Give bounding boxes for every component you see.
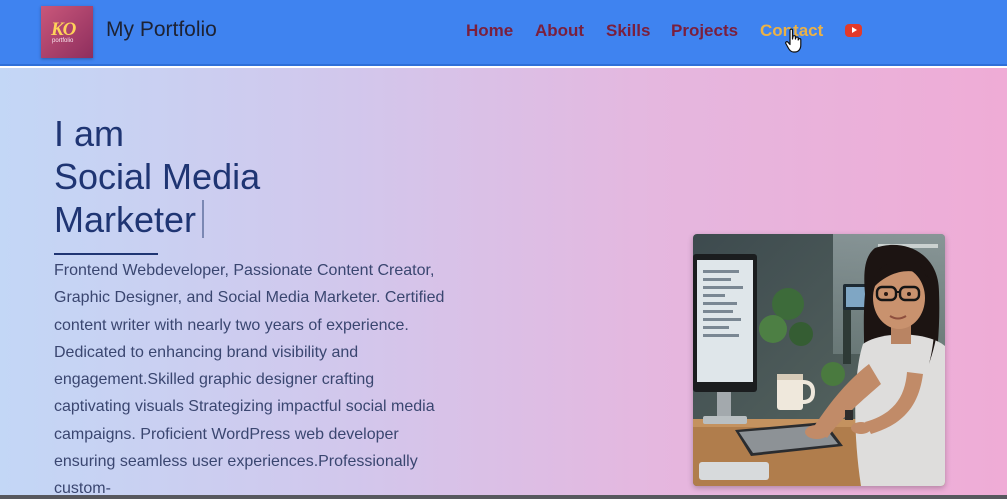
heading-underline [54, 253, 158, 255]
profile-photo [693, 234, 945, 486]
nav-link-home[interactable]: Home [466, 21, 513, 41]
hero-section: I am Social Media Marketer Frontend Webd… [0, 68, 1007, 495]
site-title[interactable]: My Portfolio [106, 18, 217, 42]
bottom-edge [0, 495, 1007, 499]
hand-pointer-icon [785, 28, 802, 53]
youtube-icon[interactable] [845, 24, 862, 37]
heading-line: Marketer [54, 199, 197, 240]
nav-link-about[interactable]: About [535, 21, 584, 41]
heading-line: I am [54, 113, 125, 154]
nav-link-skills[interactable]: Skills [606, 21, 650, 41]
nav-link-projects[interactable]: Projects [671, 21, 738, 41]
hero-heading: I am Social Media Marketer [54, 112, 260, 241]
heading-line: Social Media [54, 156, 261, 197]
logo-tagline: portfolio [52, 38, 74, 44]
heading-line-last: Marketer [54, 198, 260, 241]
typing-cursor [202, 200, 205, 238]
intro-paragraph: Frontend Webdeveloper, Passionate Conten… [54, 262, 445, 495]
navbar: KO portfolio My Portfolio Home About Ski… [0, 0, 1007, 66]
logo[interactable]: KO portfolio [41, 6, 93, 58]
